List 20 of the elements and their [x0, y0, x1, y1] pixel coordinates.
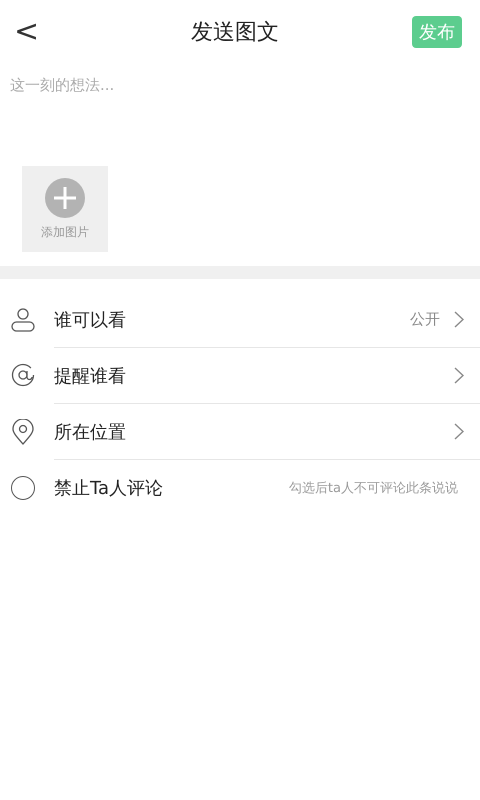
map-pin-icon — [11, 419, 35, 445]
option-row[interactable]: 谁可以看 公开 — [0, 292, 480, 348]
back-button[interactable]: < — [8, 17, 46, 47]
page-title: 发送图文 — [191, 19, 279, 47]
checkbox[interactable] — [11, 476, 35, 500]
option-label: 提醒谁看 — [54, 364, 126, 388]
plus-icon — [45, 178, 85, 218]
option-label: 所在位置 — [54, 420, 126, 444]
option-row[interactable]: 提醒谁看 — [0, 348, 480, 404]
option-label: 谁可以看 — [54, 308, 126, 332]
chevron-right-icon — [454, 311, 464, 328]
option-row[interactable]: 所在位置 — [0, 404, 480, 460]
option-row[interactable]: 禁止Ta人评论 勾选后ta人不可评论此条说说 — [0, 460, 480, 516]
person-icon — [11, 307, 35, 333]
chevron-right-icon — [454, 423, 464, 440]
option-label: 禁止Ta人评论 — [54, 477, 164, 500]
at-sign-icon — [11, 363, 35, 389]
chevron-right-icon — [454, 367, 464, 384]
option-hint: 勾选后ta人不可评论此条说说 — [288, 480, 458, 497]
option-value: 公开 — [410, 310, 440, 329]
